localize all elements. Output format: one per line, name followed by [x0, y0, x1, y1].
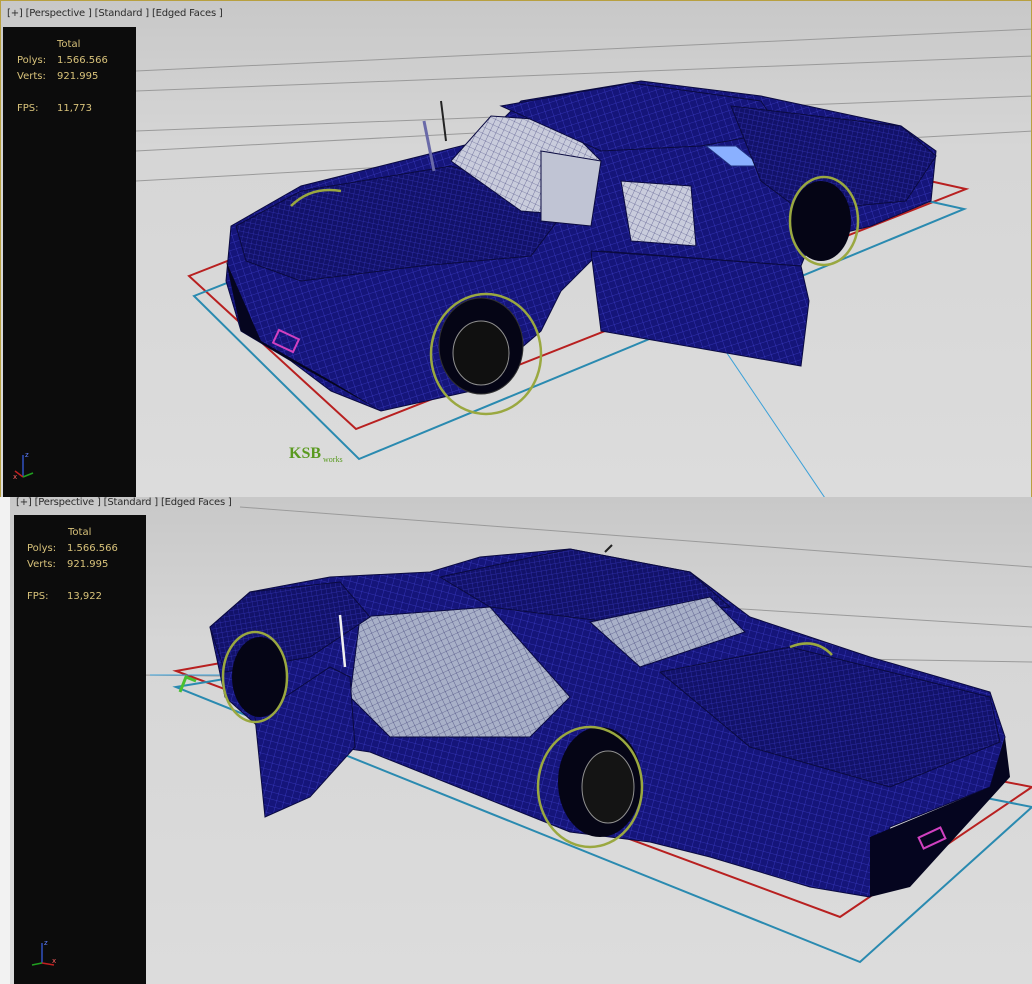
stats-panel-bottom: Total Polys: 1.566.566 Verts: 921.995 FP…: [14, 515, 146, 984]
scene-top: KSB works: [135, 28, 1031, 499]
fps-value-bottom: 13,922: [67, 591, 102, 602]
stats-header-bottom: Total: [68, 527, 92, 538]
verts-label-bottom: Verts:: [27, 559, 56, 570]
viewport-menu-perspective[interactable]: [Perspective ]: [26, 8, 92, 19]
fps-label-bottom: FPS:: [27, 591, 49, 602]
svg-text:z: z: [25, 451, 29, 459]
verts-label: Verts:: [17, 71, 46, 82]
viewport-menu-shading[interactable]: [Standard ]: [95, 8, 149, 19]
viewport-top[interactable]: KSB works Total Polys: 1.566.566 Verts: …: [0, 0, 1032, 500]
left-edge-strip: [0, 497, 10, 984]
stats-header: Total: [57, 39, 81, 50]
watermark-logo: KSB: [289, 445, 321, 462]
polys-label: Polys:: [17, 55, 47, 66]
car-model-top: [225, 80, 937, 412]
viewport-menu-edged-faces-bottom[interactable]: [Edged Faces ]: [161, 497, 232, 508]
viewport-menu-edged-faces[interactable]: [Edged Faces ]: [152, 8, 223, 19]
polys-label-bottom: Polys:: [27, 543, 57, 554]
watermark-logo-suffix: works: [323, 455, 343, 464]
viewport-label-top: [+] [Perspective ] [Standard ] [Edged Fa…: [7, 8, 223, 19]
svg-text:x: x: [52, 957, 56, 965]
fps-value: 11,773: [57, 103, 92, 114]
fps-label: FPS:: [17, 103, 39, 114]
axis-tripod-icon-bottom: z x: [31, 939, 56, 966]
viewport-menu-perspective-bottom[interactable]: [Perspective ]: [35, 497, 101, 508]
scene-bottom: [139, 506, 1032, 964]
svg-text:z: z: [44, 939, 48, 947]
stats-panel-top: Total Polys: 1.566.566 Verts: 921.995 FP…: [3, 27, 136, 499]
polys-value: 1.566.566: [57, 55, 108, 66]
viewport-menu-shading-bottom[interactable]: [Standard ]: [104, 497, 158, 508]
verts-value: 921.995: [57, 71, 99, 82]
polys-value-bottom: 1.566.566: [67, 543, 118, 554]
viewport-label-bottom: [+] [Perspective ] [Standard ] [Edged Fa…: [16, 497, 232, 508]
viewport-menu-plus-bottom[interactable]: [+]: [16, 497, 32, 508]
viewport-bottom[interactable]: Total Polys: 1.566.566 Verts: 921.995 FP…: [10, 497, 1032, 984]
axis-tripod-icon: z x: [13, 451, 34, 481]
viewport-menu-plus[interactable]: [+]: [7, 8, 23, 19]
verts-value-bottom: 921.995: [67, 559, 109, 570]
svg-text:x: x: [13, 473, 17, 481]
car-model-bottom: [209, 544, 1010, 898]
